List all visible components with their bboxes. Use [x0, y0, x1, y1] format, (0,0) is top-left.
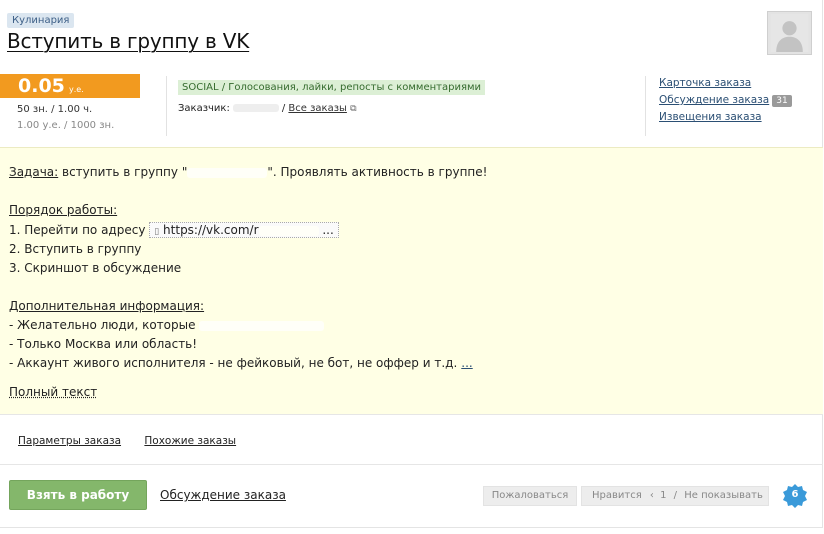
- default-avatar-icon: [770, 14, 809, 52]
- customer-avatar[interactable]: [767, 11, 812, 55]
- divider: [166, 76, 167, 136]
- step-1: 1. Перейти по адресу ▯ https://vk.com/r …: [9, 222, 339, 238]
- customer-name-hidden: [232, 104, 279, 112]
- more-link[interactable]: ...: [461, 356, 472, 370]
- rating-box: Нравится ‹ 1 / Не показывать: [581, 486, 769, 506]
- discussion-link[interactable]: Обсуждение заказа: [160, 488, 286, 502]
- extra-3: - Аккаунт живого исполнителя - не фейков…: [9, 356, 473, 370]
- task-label: Задача:: [9, 165, 59, 179]
- tab-order-params[interactable]: Параметры заказа: [18, 435, 121, 447]
- price-box: 0.05 у.е.: [0, 74, 140, 98]
- task-line: Задача: вступить в группу " ". Проявлять …: [9, 165, 488, 179]
- like-button[interactable]: Нравится: [592, 490, 642, 501]
- work-order-label: Порядок работы:: [9, 203, 118, 217]
- price-rate-chars: 50 зн. / 1.00 ч.: [17, 104, 93, 115]
- order-notices-link[interactable]: Извещения заказа: [659, 111, 762, 123]
- discussion-count-badge: 31: [772, 95, 792, 107]
- hide-button[interactable]: Не показывать: [684, 490, 763, 501]
- category-badge[interactable]: Кулинария: [7, 13, 75, 28]
- extra-info-label: Дополнительная информация:: [9, 299, 205, 313]
- hidden-text: [199, 320, 325, 331]
- side-links: Карточка заказа Обсуждение заказа 31 Изве…: [659, 76, 792, 127]
- full-text-link[interactable]: Полный текст: [9, 385, 97, 399]
- order-info-row: 0.05 у.е. 50 зн. / 1.00 ч. 1.00 у.е. / 1…: [0, 72, 823, 140]
- like-count: 1: [660, 490, 667, 501]
- step-2: 2. Вступить в группу: [9, 242, 142, 256]
- hidden-text: [187, 167, 268, 178]
- step-3: 3. Скриншот в обсуждение: [9, 261, 182, 275]
- order-discussion-link[interactable]: Обсуждение заказа: [659, 94, 769, 106]
- task-description: Задача: вступить в группу " ". Проявлять …: [0, 147, 823, 415]
- order-title[interactable]: Вступить в группу в VK: [7, 29, 249, 53]
- notification-badge[interactable]: 6: [782, 483, 808, 509]
- price-rate-money: 1.00 у.е. / 1000 зн.: [17, 120, 115, 131]
- chevron-left-icon: ‹: [649, 490, 654, 501]
- price-unit: у.е.: [69, 85, 84, 94]
- take-order-button[interactable]: Взять в работу: [9, 480, 147, 510]
- customer-line: Заказчик: / Все заказы ⧉: [178, 103, 357, 114]
- order-card-link[interactable]: Карточка заказа: [659, 77, 751, 89]
- url-chip[interactable]: ▯ https://vk.com/r ...: [149, 222, 339, 238]
- extra-1: - Желательно люди, которые: [9, 318, 325, 332]
- notification-count: 6: [791, 489, 799, 500]
- order-type-tag[interactable]: SOCIAL / Голосования, лайки, репосты с к…: [178, 80, 486, 95]
- divider: [0, 464, 823, 465]
- tab-similar-orders[interactable]: Похожие заказы: [144, 435, 236, 447]
- extra-2: - Только Москва или область!: [9, 337, 198, 351]
- external-link-icon[interactable]: ⧉: [350, 104, 356, 114]
- all-orders-link[interactable]: Все заказы: [288, 103, 347, 114]
- customer-label: Заказчик:: [178, 103, 230, 114]
- complain-button[interactable]: Пожаловаться: [483, 486, 577, 506]
- price-value: 0.05: [18, 75, 65, 97]
- link-icon: ▯: [154, 227, 160, 237]
- order-tabs: Параметры заказа Похожие заказы: [18, 435, 256, 447]
- divider: [645, 76, 646, 136]
